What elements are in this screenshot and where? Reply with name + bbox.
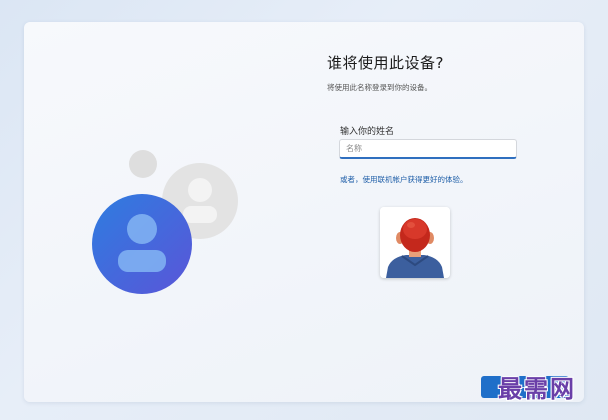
- online-account-link[interactable]: 或者，使用联机帐户获得更好的体验。: [340, 174, 468, 185]
- name-input[interactable]: [339, 139, 517, 159]
- avatar-figure-icon: [380, 207, 450, 278]
- page-title: 谁将使用此设备?: [327, 54, 444, 72]
- page-subtitle: 将使用此名称登录到你的设备。: [327, 83, 432, 92]
- watermark-logo: 最需网: [498, 374, 576, 403]
- name-field-label: 输入你的姓名: [340, 127, 395, 137]
- setup-window: [24, 22, 584, 402]
- user-avatar-photo[interactable]: [380, 207, 450, 278]
